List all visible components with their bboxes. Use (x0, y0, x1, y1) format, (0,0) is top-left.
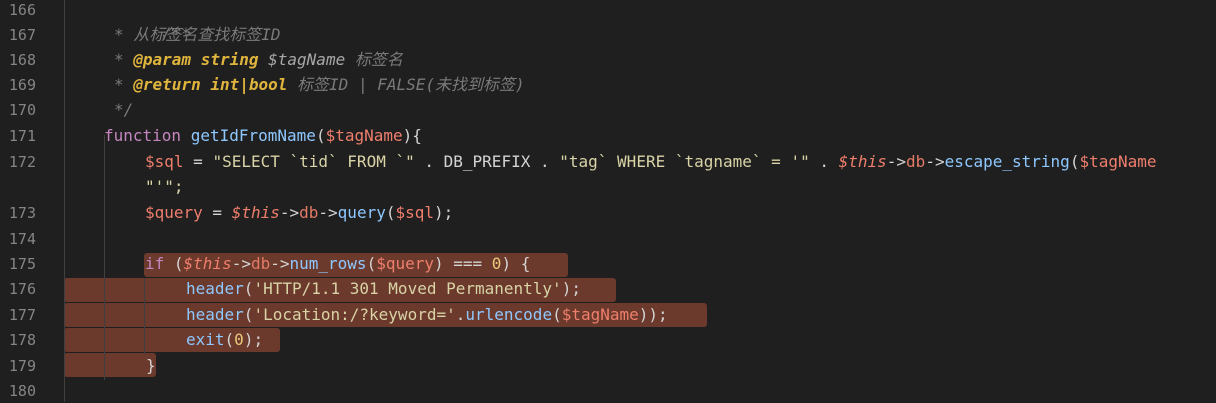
method-name: escape_string (944, 152, 1070, 171)
punctuation: ( (552, 305, 562, 324)
keyword: if (145, 254, 165, 273)
punctuation: ( (164, 254, 184, 273)
doc-comment-star: * (114, 25, 134, 44)
keyword: function (104, 126, 182, 145)
operator: -> (231, 254, 251, 273)
code-line: header('Location:/?keyword='.urlencode($… (186, 303, 668, 327)
punctuation: ); (434, 203, 454, 222)
operator: -> (886, 152, 907, 171)
code-editor[interactable]: 166 167 168 169 170 171 172 173 174 175 … (0, 0, 1216, 402)
number: 0 (491, 254, 502, 273)
doc-type: string (200, 50, 259, 69)
variable: $tagName (1079, 152, 1157, 171)
function-name: exit (186, 330, 225, 349)
code-line: * @return int|bool 标签ID | FALSE(未找到标签) (114, 73, 525, 97)
doc-tag: @param (133, 50, 192, 69)
code-line: * 从标签名查找标签ID (114, 23, 281, 47)
variable: $tagName (561, 305, 639, 324)
punctuation: ( (315, 126, 326, 145)
variable: $query (145, 203, 203, 222)
doc-comment-star: * (114, 50, 134, 69)
punctuation: ); (243, 330, 264, 349)
property: db (299, 203, 319, 222)
number: 0 (234, 330, 244, 349)
doc-variable: $tagName (268, 50, 346, 69)
variable: $sql (395, 203, 435, 222)
operator: . (809, 152, 839, 171)
method-name: num_rows (289, 254, 367, 273)
doc-comment-end: */ (114, 100, 134, 119)
punctuation: ) { (501, 254, 531, 273)
punctuation: ( (1069, 152, 1080, 171)
variable: $tagName (325, 126, 403, 145)
function-name: header (186, 305, 244, 324)
code-line: * @param string $tagName 标签名 (114, 48, 403, 72)
punctuation: ( (224, 330, 235, 349)
operator: . (455, 305, 466, 324)
string: "tag` WHERE `tagname` = '" (559, 152, 810, 171)
operator: . (414, 152, 444, 171)
function-name: getIdFromName (190, 126, 316, 145)
doc-comment-text: 从标签名查找标签ID (133, 25, 281, 44)
this-keyword: $this (183, 254, 232, 273)
string: "'"; (145, 177, 184, 196)
code-line: if ($this->db->num_rows($query) === 0) { (145, 252, 530, 276)
code-line: header('HTTP/1.1 301 Moved Permanently')… (186, 277, 581, 301)
punctuation: ( (366, 254, 377, 273)
this-keyword: $this (231, 203, 280, 222)
function-name: header (186, 279, 244, 298)
doc-tag: @return (133, 75, 201, 94)
variable: $sql (145, 152, 184, 171)
constant: DB_PREFIX (443, 152, 531, 171)
string: 'HTTP/1.1 301 Moved Permanently' (253, 279, 562, 298)
code-line: function getIdFromName($tagName){ (104, 124, 422, 148)
function-name: urlencode (465, 305, 553, 324)
variable: $query (376, 254, 434, 273)
punctuation: ); (561, 279, 581, 298)
code-line: $sql = "SELECT `tid` FROM `" . DB_PREFIX… (145, 150, 1157, 174)
doc-type: int|bool (210, 75, 288, 94)
operator: . (530, 152, 560, 171)
doc-description: 标签名 (354, 50, 403, 69)
punctuation: ){ (402, 126, 422, 145)
punctuation: ( (243, 279, 254, 298)
punctuation: ( (243, 305, 254, 324)
code-area[interactable]: /** * 从标签名查找标签ID * @param string $tagNam… (0, 0, 1216, 402)
operator: -> (270, 254, 290, 273)
code-line: } (146, 354, 156, 378)
doc-description: 标签ID | FALSE(未找到标签) (297, 75, 525, 94)
property: db (906, 152, 926, 171)
string: 'Location:/?keyword=' (253, 305, 456, 324)
property: db (250, 254, 271, 273)
doc-comment-star: * (114, 75, 134, 94)
punctuation: } (146, 356, 156, 375)
operator: -> (279, 203, 300, 222)
this-keyword: $this (838, 152, 887, 171)
code-line: exit(0); (186, 328, 263, 352)
punctuation: )); (638, 305, 668, 324)
code-line: */ (114, 98, 133, 122)
operator: -> (925, 152, 945, 171)
string: "SELECT `tid` FROM `" (212, 152, 415, 171)
operator: = (202, 203, 232, 222)
operator: ) === (434, 254, 492, 273)
code-line-wrapped: "'"; (145, 175, 184, 199)
operator: = (183, 152, 213, 171)
operator: -> (318, 203, 338, 222)
method-name: query (337, 203, 386, 222)
code-line: $query = $this->db->query($sql); (145, 201, 453, 225)
